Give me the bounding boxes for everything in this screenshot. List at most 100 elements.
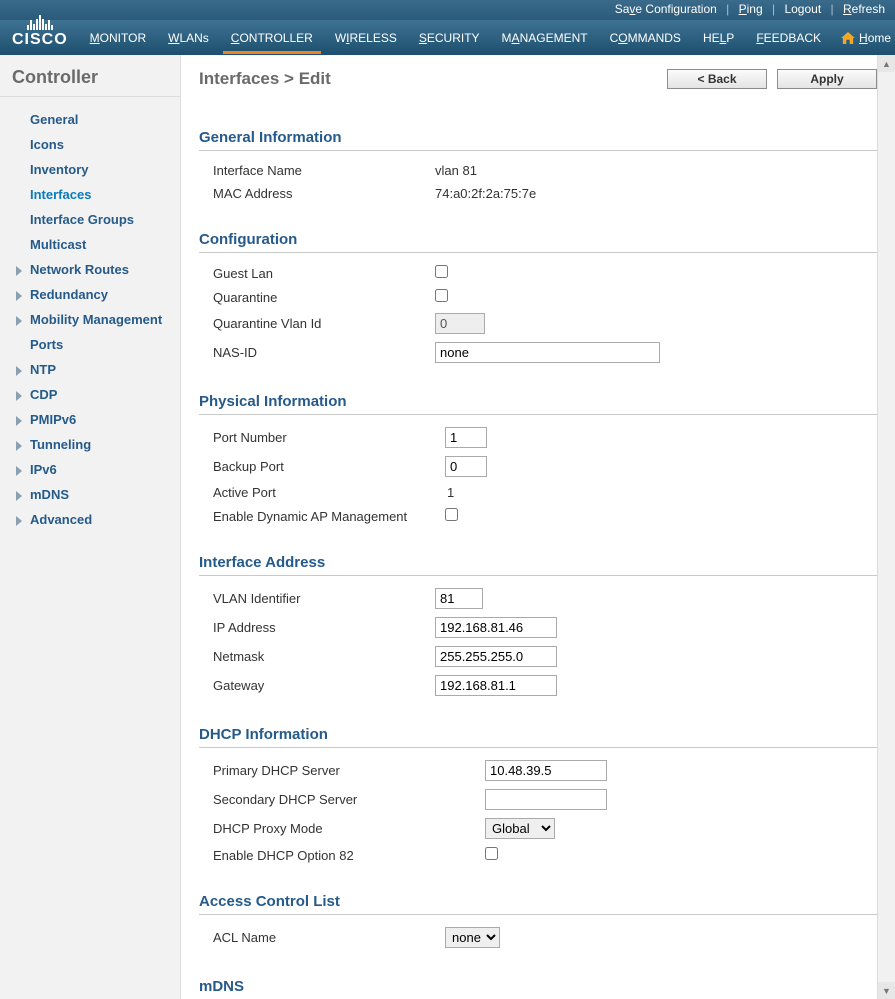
sidebar-item-inventory[interactable]: Inventory (0, 157, 180, 182)
sidebar-item-label[interactable]: Icons (30, 137, 64, 152)
sidebar-item-ports[interactable]: Ports (0, 332, 180, 357)
scroll-down-arrow-icon[interactable]: ▼ (878, 982, 895, 999)
sidebar-item-mobility-management[interactable]: Mobility Management (0, 307, 180, 332)
sidebar-item-label[interactable]: PMIPv6 (30, 412, 76, 427)
quarantine-checkbox[interactable] (435, 289, 448, 302)
sidebar-item-icons[interactable]: Icons (0, 132, 180, 157)
nav-commands[interactable]: COMMANDS (608, 31, 683, 45)
utility-bar: Save Configuration | Ping | Logout | Ref… (0, 0, 895, 20)
nav-security[interactable]: SECURITY (417, 31, 482, 45)
section-general-info: General Information (199, 129, 877, 151)
refresh-link[interactable]: Refresh (843, 2, 885, 16)
nav-home[interactable]: Home (841, 31, 891, 45)
port-number-input[interactable] (445, 427, 487, 448)
dhcp82-label: Enable DHCP Option 82 (199, 843, 471, 867)
active-port-value: 1 (431, 481, 495, 504)
sidebar-item-network-routes[interactable]: Network Routes (0, 257, 180, 282)
nav-controller[interactable]: CONTROLLER (229, 31, 315, 45)
dyn-ap-checkbox[interactable] (445, 508, 458, 521)
ip-address-input[interactable] (435, 617, 557, 638)
section-physical-info: Physical Information (199, 393, 877, 415)
mac-address-value: 74:a0:2f:2a:75:7e (421, 182, 544, 205)
dhcp82-checkbox[interactable] (485, 847, 498, 860)
sidebar-item-interface-groups[interactable]: Interface Groups (0, 207, 180, 232)
vertical-scrollbar[interactable]: ▲ ▼ (877, 55, 895, 999)
sidebar-item-cdp[interactable]: CDP (0, 382, 180, 407)
qvlan-input (435, 313, 485, 334)
save-config-link[interactable]: Save Configuration (615, 2, 717, 16)
sidebar-item-label[interactable]: Multicast (30, 237, 86, 252)
sidebar-item-label[interactable]: Interface Groups (30, 212, 134, 227)
sidebar-item-advanced[interactable]: Advanced (0, 507, 180, 532)
sidebar-item-multicast[interactable]: Multicast (0, 232, 180, 257)
nav-wlans[interactable]: WLANs (166, 31, 211, 45)
sidebar-item-pmipv6[interactable]: PMIPv6 (0, 407, 180, 432)
sidebar-item-tunneling[interactable]: Tunneling (0, 432, 180, 457)
netmask-label: Netmask (199, 642, 421, 671)
nav-wireless[interactable]: WIRELESS (333, 31, 399, 45)
section-interface-address: Interface Address (199, 554, 877, 576)
sidebar-item-interfaces[interactable]: Interfaces (0, 182, 180, 207)
sidebar-item-label[interactable]: Network Routes (30, 262, 129, 277)
sidebar-item-label[interactable]: Advanced (30, 512, 92, 527)
gateway-input[interactable] (435, 675, 557, 696)
port-number-label: Port Number (199, 423, 431, 452)
ip-address-label: IP Address (199, 613, 421, 642)
nav-help[interactable]: HELP (701, 31, 736, 45)
sidebar-item-label[interactable]: Ports (30, 337, 63, 352)
dhcp-proxy-label: DHCP Proxy Mode (199, 814, 471, 843)
sidebar-item-label[interactable]: Inventory (30, 162, 89, 177)
section-mdns: mDNS (199, 978, 877, 999)
quarantine-label: Quarantine (199, 285, 421, 309)
sidebar-title: Controller (0, 55, 180, 97)
sidebar-item-label[interactable]: CDP (30, 387, 57, 402)
sidebar-item-label[interactable]: Tunneling (30, 437, 91, 452)
apply-button[interactable]: Apply (777, 69, 877, 89)
guest-lan-label: Guest Lan (199, 261, 421, 285)
netmask-input[interactable] (435, 646, 557, 667)
content-area: Interfaces > Edit < Back Apply General I… (181, 55, 895, 999)
active-port-label: Active Port (199, 481, 431, 504)
section-configuration: Configuration (199, 231, 877, 253)
primary-nav: CISCO MONITOR WLANs CONTROLLER WIRELESS … (0, 20, 895, 55)
sidebar-item-general[interactable]: General (0, 107, 180, 132)
back-button[interactable]: < Back (667, 69, 767, 89)
sidebar-item-label[interactable]: General (30, 112, 78, 127)
ping-link[interactable]: Ping (739, 2, 763, 16)
nav-management[interactable]: MANAGEMENT (500, 31, 590, 45)
nas-id-input[interactable] (435, 342, 660, 363)
nav-monitor[interactable]: MONITOR (88, 31, 148, 45)
qvlan-label: Quarantine Vlan Id (199, 309, 421, 338)
backup-port-input[interactable] (445, 456, 487, 477)
sidebar: Controller General Icons Inventory Interfac… (0, 55, 181, 999)
dhcp-proxy-select[interactable]: Global (485, 818, 555, 839)
secondary-dhcp-label: Secondary DHCP Server (199, 785, 471, 814)
interface-name-label: Interface Name (199, 159, 421, 182)
sidebar-item-label[interactable]: IPv6 (30, 462, 57, 477)
sidebar-item-mdns[interactable]: mDNS (0, 482, 180, 507)
primary-dhcp-label: Primary DHCP Server (199, 756, 471, 785)
logout-link[interactable]: Logout (784, 2, 821, 16)
scroll-up-arrow-icon[interactable]: ▲ (878, 55, 895, 72)
nav-feedback[interactable]: FEEDBACK (754, 31, 823, 45)
sidebar-item-ntp[interactable]: NTP (0, 357, 180, 382)
secondary-dhcp-input[interactable] (485, 789, 607, 810)
backup-port-label: Backup Port (199, 452, 431, 481)
home-icon (841, 32, 855, 44)
gateway-label: Gateway (199, 671, 421, 700)
sidebar-item-redundancy[interactable]: Redundancy (0, 282, 180, 307)
guest-lan-checkbox[interactable] (435, 265, 448, 278)
sidebar-item-label[interactable]: Redundancy (30, 287, 108, 302)
brand-wordmark: CISCO (12, 31, 68, 49)
sidebar-item-ipv6[interactable]: IPv6 (0, 457, 180, 482)
vlan-id-input[interactable] (435, 588, 483, 609)
sidebar-item-label[interactable]: Mobility Management (30, 312, 162, 327)
brand-logo: CISCO (12, 14, 68, 49)
acl-name-select[interactable]: none (445, 927, 500, 948)
page-title: Interfaces > Edit (199, 69, 331, 89)
primary-dhcp-input[interactable] (485, 760, 607, 781)
mac-address-label: MAC Address (199, 182, 421, 205)
sidebar-item-label[interactable]: mDNS (30, 487, 69, 502)
sidebar-item-label[interactable]: NTP (30, 362, 56, 377)
sidebar-item-label[interactable]: Interfaces (30, 187, 91, 202)
